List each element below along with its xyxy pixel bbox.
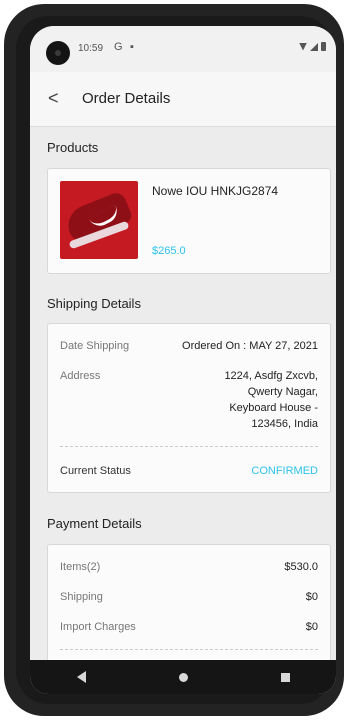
payment-section-title: Payment Details [47, 516, 142, 531]
product-name: Nowe IOU HNKJG2874 [152, 184, 279, 198]
shipping-cost-value: $0 [305, 591, 318, 603]
address-line-1: 1224, Asdfg Zxcvb, [224, 370, 318, 382]
page-title: Order Details [82, 90, 171, 107]
date-shipping-value: Ordered On : MAY 27, 2021 [182, 340, 318, 352]
nav-recents-icon[interactable] [280, 672, 290, 682]
app-bar: < Order Details [30, 72, 336, 127]
shipping-card: Date Shipping Ordered On : MAY 27, 2021 … [47, 323, 331, 493]
product-price: $265.0 [152, 245, 186, 257]
status-badge: CONFIRMED [251, 465, 318, 477]
items-label: Items(2) [60, 561, 101, 573]
status-time: 10:59 [78, 43, 104, 54]
app-screen: 10:59 G ▪ < Order Details Products Nowe [30, 26, 336, 694]
items-value: $530.0 [284, 561, 318, 573]
nav-back-icon[interactable] [76, 671, 86, 683]
phone-frame: 10:59 G ▪ < Order Details Products Nowe [4, 4, 344, 716]
address-line-3: Keyboard House - [229, 402, 318, 414]
shipping-section-title: Shipping Details [47, 296, 141, 311]
sim-icon: ▪ [130, 41, 134, 53]
nav-home-icon[interactable] [178, 672, 188, 682]
wifi-icon [299, 42, 307, 51]
order-details-content[interactable]: Products Nowe IOU HNKJG2874 $265.0 Shipp… [30, 126, 336, 660]
front-camera [46, 41, 70, 65]
battery-icon [321, 42, 326, 51]
shipping-divider [60, 446, 318, 447]
address-line-4: 123456, India [251, 418, 318, 430]
import-charges-value: $0 [305, 621, 318, 633]
status-bar: 10:59 G ▪ [30, 26, 336, 72]
payment-divider [60, 649, 318, 650]
android-nav-bar [30, 660, 336, 694]
date-shipping-label: Date Shipping [60, 340, 130, 352]
payment-card: Items(2) $530.0 Shipping $0 Import Charg… [47, 544, 331, 660]
address-label: Address [60, 370, 101, 382]
import-charges-label: Import Charges [60, 621, 136, 633]
products-section-title: Products [47, 140, 99, 155]
product-image[interactable] [60, 181, 138, 259]
shipping-cost-label: Shipping [60, 591, 103, 603]
address-line-2: Qwerty Nagar, [247, 386, 318, 398]
back-arrow-icon[interactable]: < [48, 88, 59, 109]
google-icon: G [114, 41, 123, 53]
status-icons [299, 42, 326, 51]
current-status-label: Current Status [60, 465, 131, 477]
signal-icon [310, 42, 318, 51]
product-card[interactable]: Nowe IOU HNKJG2874 $265.0 [47, 168, 331, 274]
